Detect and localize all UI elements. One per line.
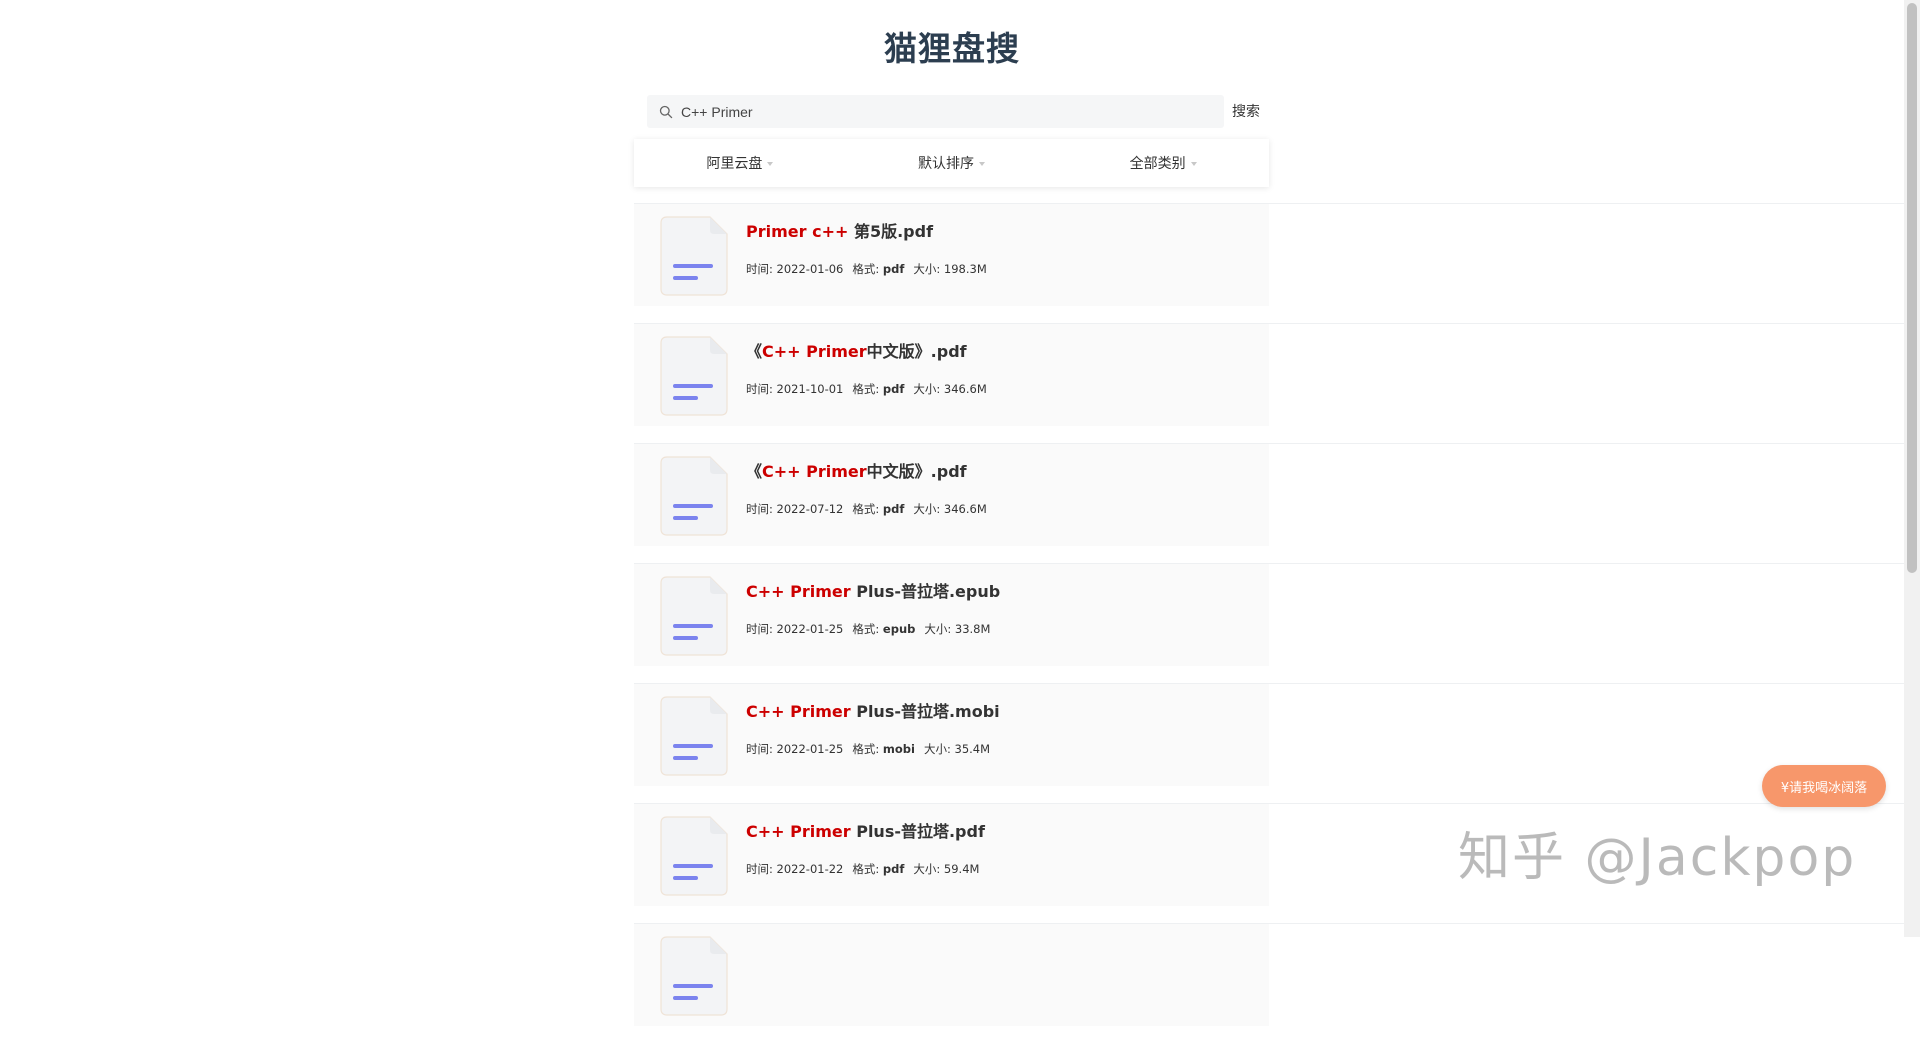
donate-button[interactable]: ¥请我喝冰阔落 xyxy=(1762,765,1886,807)
title-rest: Plus-普拉塔.pdf xyxy=(850,822,985,841)
scrollbar[interactable] xyxy=(1904,0,1920,937)
meta-size-label: 大小: xyxy=(913,502,944,516)
result-meta: 时间: 2022-01-06 格式: pdf 大小: 198.3M xyxy=(746,261,987,277)
meta-format-value: pdf xyxy=(882,862,905,876)
result-item[interactable]: C++ Primer Plus-普拉塔.epub 时间: 2022-01-25 格式… xyxy=(634,564,1269,666)
filter-drive-label: 阿里云盘 xyxy=(706,156,763,172)
document-icon xyxy=(658,694,730,778)
scrollbar-thumb[interactable] xyxy=(1907,3,1917,573)
meta-format-label: 格式: xyxy=(852,382,883,396)
filter-category-dropdown[interactable]: 全部类别 xyxy=(1057,153,1269,173)
meta-size-value: 59.4M xyxy=(943,862,980,876)
meta-format-label: 格式: xyxy=(852,742,883,756)
result-title[interactable]: 《C++ Primer中文版》.pdf xyxy=(746,338,967,362)
search-button[interactable]: 搜索 xyxy=(1232,101,1260,121)
results-list: Primer c++ 第5版.pdf 时间: 2022-01-06 格式: pdf 大… xyxy=(634,204,1269,1044)
caret-down-icon xyxy=(979,162,985,166)
result-meta: 时间: 2022-01-22 格式: pdf 大小: 59.4M xyxy=(746,861,979,877)
meta-time-value: 2022-01-22 xyxy=(776,862,844,876)
title-rest: 第5版.pdf xyxy=(848,222,934,241)
result-meta: 时间: 2022-07-12 格式: pdf 大小: 346.6M xyxy=(746,501,987,517)
meta-format-value: pdf xyxy=(882,382,905,396)
page-title: 猫狸盘搜 xyxy=(884,29,1020,68)
meta-size-value: 33.8M xyxy=(954,622,991,636)
filter-bar: 阿里云盘 默认排序 全部类别 xyxy=(634,139,1269,187)
result-title[interactable]: C++ Primer Plus-普拉塔.epub xyxy=(746,578,1000,602)
result-item[interactable]: 《C++ Primer中文版》.pdf 时间: 2022-07-12 格式: pdf… xyxy=(634,444,1269,546)
title-prefix: 《 xyxy=(746,342,763,361)
result-item[interactable]: 《C++ Primer中文版》.pdf 时间: 2021-10-01 格式: pdf… xyxy=(634,324,1269,426)
meta-time-label: 时间: xyxy=(746,742,777,756)
filter-sort-dropdown[interactable]: 默认排序 xyxy=(846,153,1058,173)
title-highlight: C++ Primer xyxy=(746,702,851,721)
meta-size-value: 346.6M xyxy=(943,382,987,396)
result-item[interactable]: C++ Primer Plus-普拉塔.pdf 时间: 2022-01-22 格式:… xyxy=(634,804,1269,906)
caret-down-icon xyxy=(1190,162,1197,166)
meta-time-label: 时间: xyxy=(746,262,777,276)
caret-down-icon xyxy=(767,162,774,166)
meta-format-label: 格式: xyxy=(852,502,883,516)
result-title[interactable]: C++ Primer Plus-普拉塔.mobi xyxy=(746,698,1000,722)
meta-time-label: 时间: xyxy=(746,502,777,516)
result-item[interactable] xyxy=(634,924,1269,1026)
search-bar xyxy=(647,94,1224,129)
title-highlight: Primer c++ xyxy=(746,222,849,241)
meta-time-value: 2022-01-25 xyxy=(776,622,844,636)
search-icon xyxy=(659,105,673,119)
meta-size-value: 35.4M xyxy=(954,742,991,756)
result-item[interactable]: Primer c++ 第5版.pdf 时间: 2022-01-06 格式: pdf 大… xyxy=(634,204,1269,306)
meta-time-label: 时间: xyxy=(746,382,777,396)
filter-category-label: 全部类别 xyxy=(1129,156,1186,172)
meta-time-value: 2022-07-12 xyxy=(776,502,844,516)
document-icon xyxy=(658,454,730,538)
meta-size-label: 大小: xyxy=(913,862,944,876)
filter-drive-dropdown[interactable]: 阿里云盘 xyxy=(634,153,846,173)
title-rest: 中文版》.pdf xyxy=(866,462,967,481)
title-prefix: 《 xyxy=(746,462,763,481)
document-icon xyxy=(658,934,730,1018)
meta-format-label: 格式: xyxy=(852,262,883,276)
result-item[interactable]: C++ Primer Plus-普拉塔.mobi 时间: 2022-01-25 格式… xyxy=(634,684,1269,786)
title-rest: Plus-普拉塔.mobi xyxy=(850,702,1000,721)
meta-size-value: 346.6M xyxy=(943,502,987,516)
title-highlight: C++ Primer xyxy=(746,822,851,841)
title-highlight: C++ Primer xyxy=(762,462,867,481)
title-rest: Plus-普拉塔.epub xyxy=(850,582,1001,601)
meta-time-value: 2022-01-06 xyxy=(776,262,844,276)
meta-format-value: pdf xyxy=(882,502,905,516)
meta-format-label: 格式: xyxy=(852,622,883,636)
result-title[interactable]: 《C++ Primer中文版》.pdf xyxy=(746,458,967,482)
meta-time-value: 2022-01-25 xyxy=(776,742,844,756)
document-icon xyxy=(658,814,730,898)
meta-time-label: 时间: xyxy=(746,622,777,636)
title-rest: 中文版》.pdf xyxy=(866,342,967,361)
document-icon xyxy=(658,334,730,418)
meta-time-label: 时间: xyxy=(746,862,777,876)
search-input[interactable] xyxy=(679,94,1224,129)
meta-format-value: pdf xyxy=(882,262,905,276)
result-meta: 时间: 2021-10-01 格式: pdf 大小: 346.6M xyxy=(746,381,987,397)
meta-size-label: 大小: xyxy=(913,382,944,396)
document-icon xyxy=(658,214,730,298)
meta-time-value: 2021-10-01 xyxy=(776,382,844,396)
meta-format-value: mobi xyxy=(882,742,915,756)
title-highlight: C++ Primer xyxy=(762,342,867,361)
result-meta: 时间: 2022-01-25 格式: mobi 大小: 35.4M xyxy=(746,741,990,757)
watermark: 知乎 @Jackpop xyxy=(1458,828,1857,888)
result-title[interactable]: C++ Primer Plus-普拉塔.pdf xyxy=(746,818,985,842)
meta-size-label: 大小: xyxy=(923,742,955,756)
document-icon xyxy=(658,574,730,658)
meta-size-label: 大小: xyxy=(913,262,944,276)
result-title[interactable]: Primer c++ 第5版.pdf xyxy=(746,218,933,242)
filter-sort-label: 默认排序 xyxy=(918,156,974,172)
meta-size-label: 大小: xyxy=(924,622,955,636)
meta-format-value: epub xyxy=(882,622,916,636)
meta-size-value: 198.3M xyxy=(943,262,987,276)
title-highlight: C++ Primer xyxy=(746,582,851,601)
result-meta: 时间: 2022-01-25 格式: epub 大小: 33.8M xyxy=(746,621,990,637)
meta-format-label: 格式: xyxy=(852,862,883,876)
